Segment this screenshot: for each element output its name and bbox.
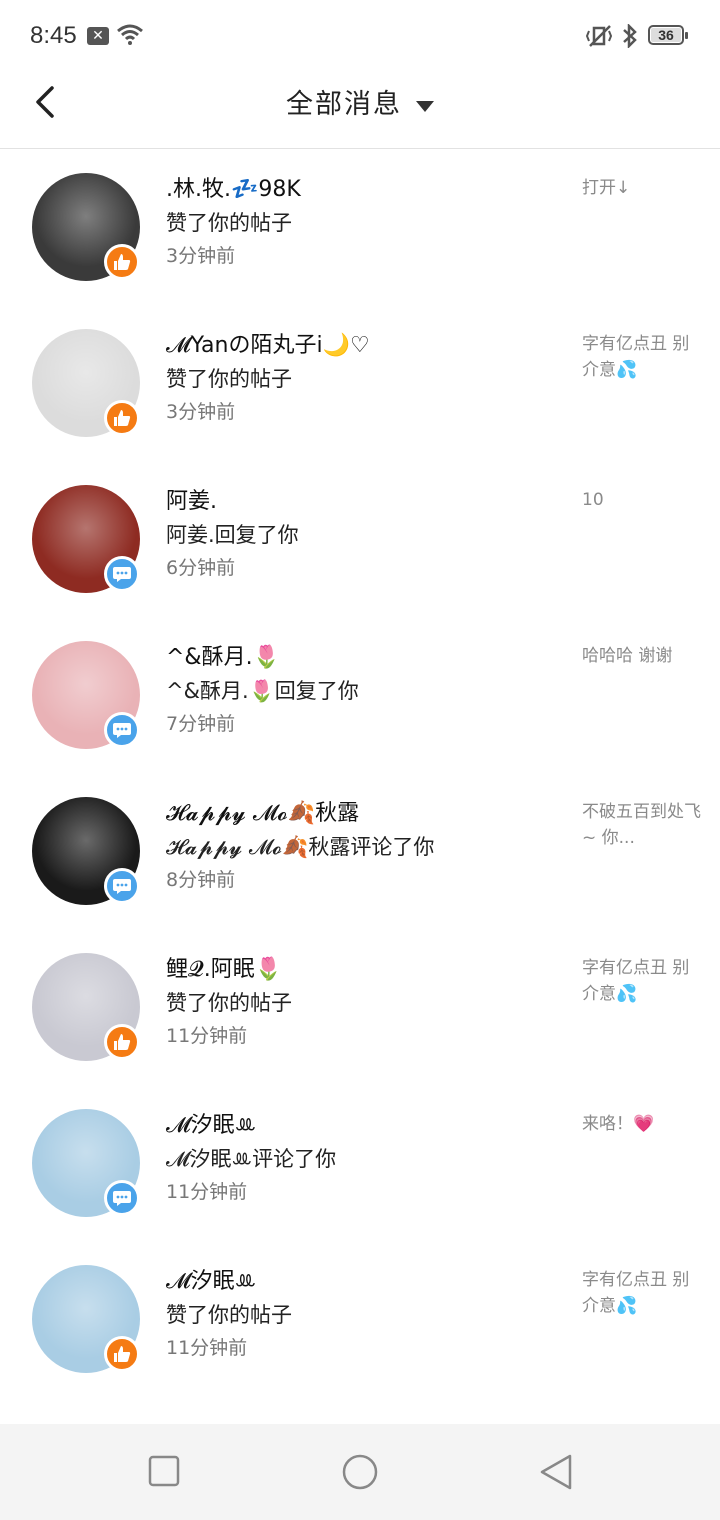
bluetooth-icon — [623, 24, 637, 48]
sender-name[interactable]: 𝓜Yanの陌丸子i🌙♡ — [166, 327, 370, 359]
post-snippet[interactable]: 字有亿点丑 别介意💦 — [582, 955, 702, 1007]
message-item[interactable]: 鲤𝓠.阿眠🌷 赞了你的帖子 11分钟前 字有亿点丑 别介意💦 — [0, 929, 720, 1085]
sender-name[interactable]: 阿姜. — [166, 483, 217, 515]
message-action: 𝓗𝓪𝓹𝓹𝔂 𝓜𝓸🍂秋露评论了你 — [166, 835, 435, 859]
message-item[interactable]: 𝓜汐眠ꔛ 𝓜汐眠ꔛ评论了你 11分钟前 来咯！💗 — [0, 1085, 720, 1241]
message-item[interactable]: .林.牧.💤98K 赞了你的帖子 3分钟前 打开↓ — [0, 149, 720, 305]
sender-name[interactable]: 𝓜汐眠ꔛ — [166, 1107, 256, 1139]
message-time: 3分钟前 — [166, 245, 236, 267]
message-time: 11分钟前 — [166, 1181, 248, 1203]
system-navigation-bar — [0, 1424, 720, 1520]
top-app-bar: 全部消息 — [0, 72, 720, 149]
message-item[interactable]: 阿姜. 阿姜.回复了你 6分钟前 10 — [0, 461, 720, 617]
message-action: 赞了你的帖子 — [166, 211, 292, 235]
message-action: 赞了你的帖子 — [166, 991, 292, 1015]
message-time: 11分钟前 — [166, 1337, 248, 1359]
message-action: 赞了你的帖子 — [166, 1303, 292, 1327]
battery-level: 36 — [651, 28, 681, 42]
comment-badge-icon — [104, 1180, 140, 1216]
dropdown-caret-icon — [416, 101, 434, 112]
wifi-icon — [117, 24, 143, 45]
sender-name[interactable]: 𝓗𝓪𝓹𝓹𝔂 𝓜𝓸🍂秋露 — [166, 795, 359, 827]
vibrate-icon — [585, 25, 613, 47]
message-item[interactable]: 𝓗𝓪𝓹𝓹𝔂 𝓜𝓸🍂秋露 𝓗𝓪𝓹𝓹𝔂 𝓜𝓸🍂秋露评论了你 8分钟前 不破五百到处飞… — [0, 773, 720, 929]
notification-x-icon: ✕ — [87, 27, 109, 45]
like-badge-icon — [104, 400, 140, 436]
post-snippet[interactable]: 字有亿点丑 别介意💦 — [582, 1267, 702, 1319]
message-item[interactable]: ^&酥月.🌷 ^&酥月.🌷回复了你 7分钟前 哈哈哈 谢谢 — [0, 617, 720, 773]
message-action: ^&酥月.🌷回复了你 — [166, 679, 359, 703]
message-action: 赞了你的帖子 — [166, 367, 292, 391]
comment-badge-icon — [104, 556, 140, 592]
sender-name[interactable]: .林.牧.💤98K — [166, 171, 301, 203]
page-title: 全部消息 — [286, 89, 402, 120]
triangle-back-icon[interactable] — [538, 1454, 574, 1490]
post-snippet[interactable]: 打开↓ — [582, 175, 702, 201]
comment-badge-icon — [104, 868, 140, 904]
message-action: 阿姜.回复了你 — [166, 523, 299, 547]
like-badge-icon — [104, 1024, 140, 1060]
sender-name[interactable]: ^&酥月.🌷 — [166, 639, 280, 671]
post-snippet[interactable]: 哈哈哈 谢谢 — [582, 643, 702, 669]
message-time: 8分钟前 — [166, 869, 236, 891]
sender-name[interactable]: 𝓜汐眠ꔛ — [166, 1263, 256, 1295]
square-icon[interactable] — [148, 1454, 180, 1488]
post-snippet[interactable]: 字有亿点丑 别介意💦 — [582, 331, 702, 383]
comment-badge-icon — [104, 712, 140, 748]
message-time: 7分钟前 — [166, 713, 236, 735]
post-snippet[interactable]: 来咯！💗 — [582, 1111, 702, 1137]
message-item[interactable]: 𝓜Yanの陌丸子i🌙♡ 赞了你的帖子 3分钟前 字有亿点丑 别介意💦 — [0, 305, 720, 461]
like-badge-icon — [104, 244, 140, 280]
message-filter-dropdown[interactable]: 全部消息 — [0, 82, 720, 121]
message-time: 6分钟前 — [166, 557, 236, 579]
message-list: .林.牧.💤98K 赞了你的帖子 3分钟前 打开↓ 𝓜Yanの陌丸子i🌙♡ 赞了… — [0, 149, 720, 1397]
message-item[interactable]: 𝓜汐眠ꔛ 赞了你的帖子 11分钟前 字有亿点丑 别介意💦 — [0, 1241, 720, 1397]
post-snippet[interactable]: 10 — [582, 487, 702, 513]
battery-icon: 36 — [648, 25, 688, 45]
status-bar: 8:45 ✕ 36 — [0, 0, 720, 72]
message-time: 11分钟前 — [166, 1025, 248, 1047]
circle-icon[interactable] — [340, 1454, 380, 1490]
like-badge-icon — [104, 1336, 140, 1372]
message-action: 𝓜汐眠ꔛ评论了你 — [166, 1147, 337, 1171]
status-time: 8:45 — [30, 22, 77, 49]
message-time: 3分钟前 — [166, 401, 236, 423]
sender-name[interactable]: 鲤𝓠.阿眠🌷 — [166, 951, 282, 983]
post-snippet[interactable]: 不破五百到处飞~ 你... — [582, 799, 702, 851]
